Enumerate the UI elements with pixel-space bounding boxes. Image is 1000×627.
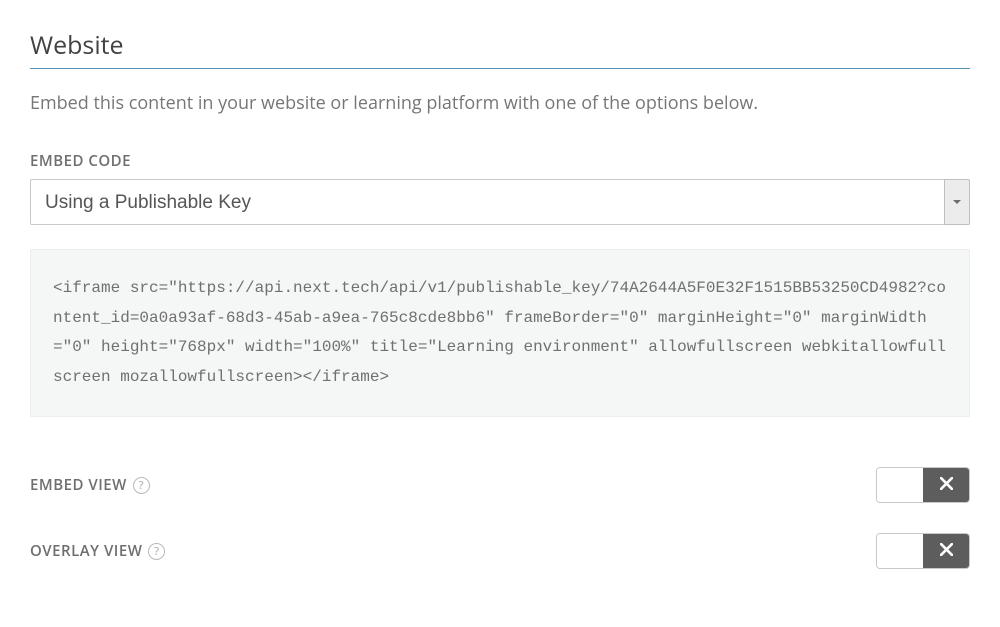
overlay-view-label: OVERLAY VIEW <box>30 541 142 561</box>
close-icon <box>940 475 953 495</box>
embed-view-label: EMBED VIEW <box>30 475 127 495</box>
toggle-on-segment[interactable] <box>877 468 923 502</box>
toggle-off-segment[interactable] <box>923 534 969 568</box>
embed-code-select[interactable]: Using a Publishable Key <box>30 179 970 225</box>
overlay-view-label-wrap: OVERLAY VIEW ? <box>30 541 165 561</box>
embed-view-row: EMBED VIEW ? <box>30 467 970 503</box>
help-icon[interactable]: ? <box>133 477 150 494</box>
embed-code-select-wrap: Using a Publishable Key <box>30 179 970 225</box>
help-icon[interactable]: ? <box>148 543 165 560</box>
overlay-view-row: OVERLAY VIEW ? <box>30 533 970 569</box>
overlay-view-toggle[interactable] <box>876 533 970 569</box>
embed-view-label-wrap: EMBED VIEW ? <box>30 475 150 495</box>
section-title: Website <box>30 28 970 69</box>
close-icon <box>940 541 953 561</box>
embed-code-snippet[interactable]: <iframe src="https://api.next.tech/api/v… <box>30 249 970 417</box>
embed-code-label: EMBED CODE <box>30 151 970 171</box>
embed-view-toggle[interactable] <box>876 467 970 503</box>
section-description: Embed this content in your website or le… <box>30 91 970 115</box>
toggle-off-segment[interactable] <box>923 468 969 502</box>
toggle-on-segment[interactable] <box>877 534 923 568</box>
